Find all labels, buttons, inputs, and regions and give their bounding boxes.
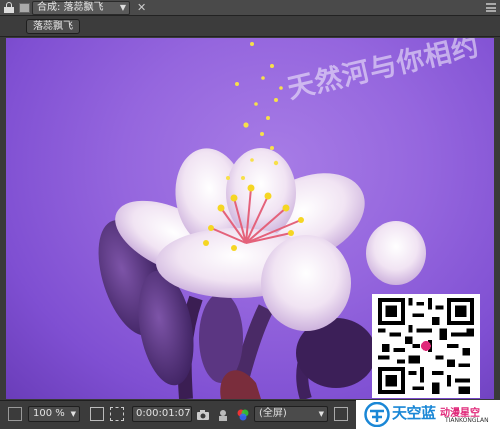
region-of-interest-icon[interactable] [90, 407, 104, 421]
qr-code [372, 294, 480, 398]
comp-tab-icon [19, 3, 30, 13]
chevron-down-icon: ▼ [70, 410, 76, 418]
brand-logo: 天空蓝 动漫星空 TIANKONGLAN [356, 400, 500, 429]
transparency-grid-icon[interactable] [110, 407, 124, 421]
zoom-select[interactable]: 100 % ▼ [28, 406, 80, 422]
logo-text: 天空蓝 [392, 404, 436, 422]
composition-viewer[interactable]: 天然河与你相约 [6, 38, 494, 399]
logo-mark-icon [364, 402, 390, 427]
panel-menu-icon[interactable] [486, 3, 496, 12]
panel-title-bar: 合成: 落蕊飘飞 ▼ ✕ [0, 0, 500, 16]
fast-previews-icon[interactable] [334, 407, 348, 421]
timecode-value: 0:00:01:07 [136, 408, 191, 419]
composition-tab-label: 合成: 落蕊飘飞 [37, 2, 104, 13]
resolution-select[interactable]: (全屏) ▼ [254, 406, 328, 422]
zoom-value: 100 % [33, 408, 65, 419]
composition-tab[interactable]: 合成: 落蕊飘飞 ▼ [32, 1, 130, 15]
timecode-display[interactable]: 0:00:01:07 [132, 406, 192, 422]
snapshot-icon[interactable] [196, 407, 210, 421]
channel-icon[interactable] [236, 407, 250, 421]
lock-icon[interactable] [4, 2, 14, 13]
show-snapshot-icon[interactable] [216, 407, 230, 421]
resolution-value: (全屏) [259, 408, 287, 419]
chevron-down-icon: ▼ [318, 410, 324, 418]
chevron-down-icon[interactable]: ▼ [120, 2, 126, 14]
composition-navigator-bar: 落蕊飘飞 [0, 16, 500, 37]
always-preview-icon[interactable] [8, 407, 22, 421]
composition-panel: 合成: 落蕊飘飞 ▼ ✕ 落蕊飘飞 天然河与你相约 100 % ▼ 0:00:0… [0, 0, 500, 429]
breadcrumb-composition[interactable]: 落蕊飘飞 [26, 19, 80, 34]
close-icon[interactable]: ✕ [137, 1, 146, 14]
logo-english: TIANKONGLAN [445, 417, 489, 424]
